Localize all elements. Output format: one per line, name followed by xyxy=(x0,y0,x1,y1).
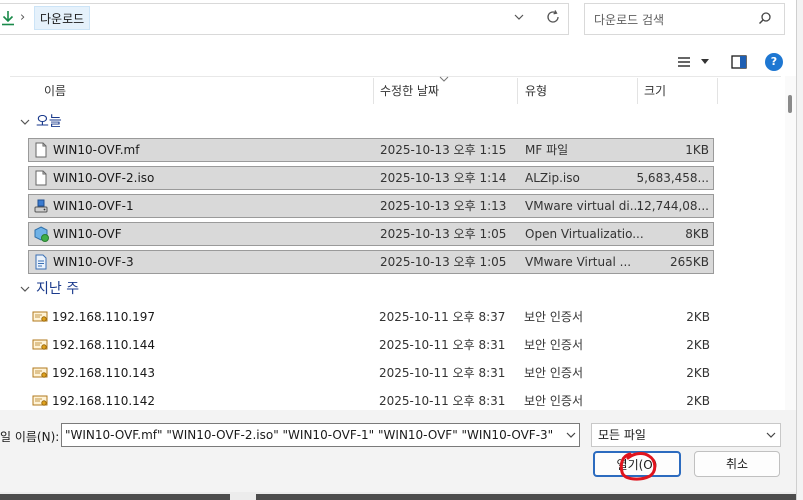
preview-pane-icon[interactable] xyxy=(731,55,747,69)
taskbar-strip xyxy=(0,494,230,500)
file-size: 2KB xyxy=(686,366,710,380)
table-row[interactable]: WIN10-OVF-3 2025-10-13 오후 1:05 VMware Vi… xyxy=(28,250,714,274)
file-date: 2025-10-13 오후 1:15 xyxy=(380,143,507,157)
file-type: ALZip.iso xyxy=(525,171,580,185)
file-type: VMware Virtual ... xyxy=(525,255,632,269)
column-divider[interactable] xyxy=(637,78,638,104)
table-row[interactable]: 192.168.110.143 2025-10-11 오후 8:31 보안 인증… xyxy=(28,362,714,386)
help-icon[interactable]: ? xyxy=(765,53,783,71)
scrollbar-thumb[interactable] xyxy=(788,95,792,113)
file-date: 2025-10-11 오후 8:31 xyxy=(379,338,506,352)
cancel-button[interactable]: 취소 xyxy=(694,451,780,477)
search-icon[interactable] xyxy=(758,11,772,25)
file-date: 2025-10-13 오후 1:05 xyxy=(380,227,507,241)
file-size: 2KB xyxy=(686,394,710,408)
document-icon xyxy=(35,142,47,158)
certificate-icon xyxy=(32,339,48,350)
file-name: 192.168.110.144 xyxy=(52,338,156,352)
certificate-icon xyxy=(32,311,48,322)
file-size: 2KB xyxy=(686,338,710,352)
column-divider[interactable] xyxy=(717,78,718,104)
list-view-icon[interactable] xyxy=(677,56,691,68)
group-header-last-week[interactable]: 지난 주 xyxy=(20,279,79,299)
file-date: 2025-10-11 오후 8:31 xyxy=(379,366,506,380)
file-name: 192.168.110.143 xyxy=(52,366,156,380)
file-type: Open Virtualizatio... xyxy=(525,227,644,241)
file-size: 8KB xyxy=(685,227,709,241)
file-type: VMware virtual di... xyxy=(525,199,642,213)
breadcrumb-downloads[interactable]: 다운로드 xyxy=(34,6,91,30)
column-header-size[interactable]: 크기 xyxy=(644,80,666,104)
file-name: WIN10-OVF xyxy=(53,227,122,241)
search-input[interactable]: 다운로드 검색 xyxy=(594,11,664,28)
table-row[interactable]: 192.168.110.197 2025-10-11 오후 8:37 보안 인증… xyxy=(28,306,714,330)
file-size: 1KB xyxy=(685,143,709,157)
group-label: 지난 주 xyxy=(36,281,80,297)
file-size: 12,744,08... xyxy=(636,199,709,213)
file-type: 보안 인증서 xyxy=(524,366,584,380)
file-type: 보안 인증서 xyxy=(524,394,584,408)
vmx-file-icon xyxy=(35,254,47,270)
ovf-package-icon xyxy=(34,226,49,242)
filetype-select[interactable]: 모든 파일 xyxy=(591,423,781,447)
chevron-down-icon[interactable] xyxy=(766,431,776,439)
file-type: MF 파일 xyxy=(525,143,569,157)
table-row[interactable]: WIN10-OVF-1 2025-10-13 오후 1:13 VMware vi… xyxy=(28,194,714,218)
column-header-date[interactable]: 수정한 날짜 xyxy=(380,80,439,104)
vertical-scrollbar[interactable] xyxy=(785,76,796,410)
file-type: 보안 인증서 xyxy=(524,310,584,324)
file-size: 5,683,458... xyxy=(636,171,709,185)
file-name: WIN10-OVF-1 xyxy=(53,199,134,213)
file-date: 2025-10-13 오후 1:14 xyxy=(380,171,507,185)
certificate-icon xyxy=(32,367,48,378)
file-date: 2025-10-11 오후 8:31 xyxy=(379,394,506,408)
table-row[interactable]: WIN10-OVF-2.iso 2025-10-13 오후 1:14 ALZip… xyxy=(28,166,714,190)
file-name: WIN10-OVF.mf xyxy=(53,143,140,157)
chevron-down-icon xyxy=(20,119,30,125)
red-circle-annotation xyxy=(619,452,657,481)
table-row[interactable]: 192.168.110.144 2025-10-11 오후 8:31 보안 인증… xyxy=(28,334,714,358)
filename-input[interactable]: "WIN10-OVF.mf" "WIN10-OVF-2.iso" "WIN10-… xyxy=(61,423,580,447)
vmware-disk-icon xyxy=(34,199,48,213)
chevron-down-icon[interactable] xyxy=(566,431,576,439)
file-date: 2025-10-13 오후 1:05 xyxy=(380,255,507,269)
sort-indicator-icon xyxy=(439,76,449,82)
group-label: 오늘 xyxy=(36,114,62,130)
file-size: 265KB xyxy=(669,255,709,269)
file-date: 2025-10-11 오후 8:37 xyxy=(379,310,506,324)
chevron-down-icon xyxy=(20,286,30,292)
document-icon xyxy=(35,170,47,186)
breadcrumb-separator: › xyxy=(20,10,26,25)
group-header-today[interactable]: 오늘 xyxy=(20,112,62,132)
certificate-icon xyxy=(32,395,48,406)
column-header-name[interactable]: 이름 xyxy=(44,80,66,104)
column-divider[interactable] xyxy=(373,78,374,104)
table-row[interactable]: WIN10-OVF 2025-10-13 오후 1:05 Open Virtua… xyxy=(28,222,714,246)
filename-label: 일 이름(N): xyxy=(0,430,60,444)
file-type: 보안 인증서 xyxy=(524,338,584,352)
file-name: 192.168.110.142 xyxy=(52,394,156,408)
file-size: 2KB xyxy=(686,310,710,324)
file-date: 2025-10-13 오후 1:13 xyxy=(380,199,507,213)
column-divider[interactable] xyxy=(517,78,518,104)
table-row[interactable]: WIN10-OVF.mf 2025-10-13 오후 1:15 MF 파일 1K… xyxy=(28,138,714,162)
view-dropdown-icon[interactable] xyxy=(700,58,710,66)
column-header-type[interactable]: 유형 xyxy=(525,80,547,104)
window-edge xyxy=(796,0,803,500)
chevron-down-icon[interactable] xyxy=(512,10,526,24)
taskbar-strip xyxy=(256,494,796,500)
download-arrow-icon xyxy=(2,11,14,26)
file-name: WIN10-OVF-3 xyxy=(53,255,134,269)
refresh-icon[interactable] xyxy=(545,9,561,25)
file-name: WIN10-OVF-2.iso xyxy=(53,171,155,185)
file-name: 192.168.110.197 xyxy=(52,310,156,324)
